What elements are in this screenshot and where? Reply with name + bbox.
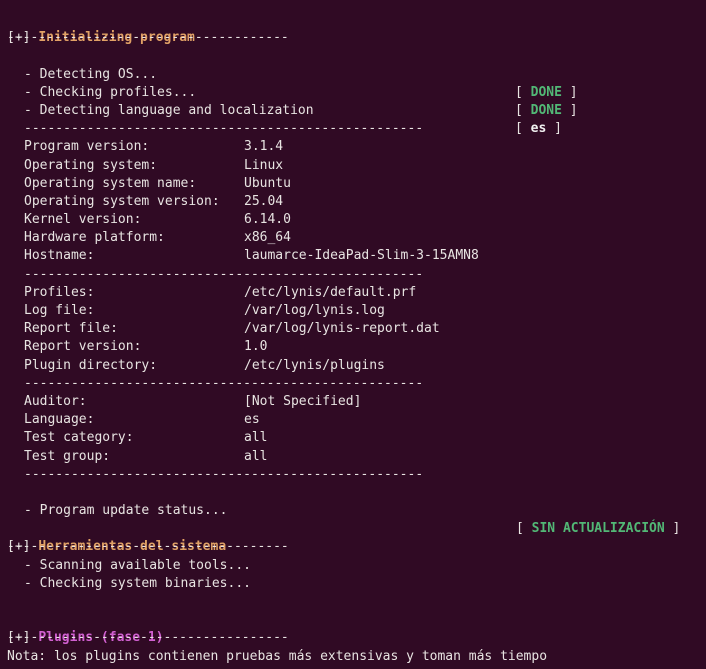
info-value: es — [244, 412, 260, 428]
section-underline: ------------------------------------ — [7, 539, 289, 555]
step-line: - Checking system binaries... — [0, 575, 706, 593]
info-value: 1.0 — [244, 339, 268, 355]
info-key: Operating system version: — [24, 193, 220, 209]
info-key: Report version: — [24, 339, 142, 355]
info-key: Test group: — [24, 448, 111, 464]
info-key: Program version: — [24, 139, 150, 155]
info-value: 6.14.0 — [244, 212, 291, 228]
info-value: all — [244, 448, 268, 464]
info-row: Program version: 3.1.4 — [0, 138, 706, 156]
section-underline: ------------------------------------ — [7, 630, 289, 646]
step-line: - Checking profiles... [ DONE ] — [0, 66, 706, 118]
step-label: - Scanning available tools... — [24, 557, 251, 573]
info-row: Auditor: [Not Specified] — [0, 393, 706, 411]
info-value: [Not Specified] — [244, 393, 362, 409]
info-row: Profiles: /etc/lynis/default.prf — [0, 284, 706, 302]
info-key: Report file: — [24, 321, 118, 337]
section-header-tools: [+] Herramientas del sistema — [0, 520, 706, 554]
divider: ----------------------------------------… — [24, 375, 424, 391]
info-value: /etc/lynis/default.prf — [244, 284, 417, 300]
info-key: Log file: — [24, 303, 95, 318]
terminal-window[interactable]: [+] Initializing program ---------------… — [0, 0, 706, 669]
info-row: Plugin directory: /etc/lynis/plugins — [0, 357, 706, 375]
info-row: Hostname: laumarce-IdeaPad-Slim-3-15AMN8 — [0, 247, 706, 265]
info-value: 25.04 — [244, 193, 284, 209]
update-status-line: - Program update status... [ SIN ACTUALI… — [0, 484, 706, 536]
step-label: - Checking system binaries... — [24, 575, 251, 591]
info-value: /var/log/lynis.log — [244, 303, 385, 318]
note-text: Nota: los plugins contienen pruebas más … — [7, 648, 548, 664]
info-value: Linux — [244, 157, 284, 173]
info-key: Operating system: — [24, 157, 158, 173]
divider: ----------------------------------------… — [24, 466, 424, 482]
step-line: - Scanning available tools... — [0, 557, 706, 575]
divider: ----------------------------------------… — [24, 266, 424, 282]
info-key: Test category: — [24, 430, 134, 446]
info-row: Test category: all — [0, 429, 706, 447]
info-value: laumarce-IdeaPad-Slim-3-15AMN8 — [244, 248, 479, 264]
info-key: Kernel version: — [24, 212, 142, 228]
info-value: all — [244, 430, 268, 446]
section-header-init: [+] Initializing program — [0, 11, 706, 45]
info-row: Kernel version: 6.14.0 — [0, 211, 706, 229]
info-value: 3.1.4 — [244, 139, 284, 155]
info-key: Hardware platform: — [24, 230, 165, 246]
info-value: /etc/lynis/plugins — [244, 357, 385, 373]
info-value: /var/log/lynis-report.dat — [244, 321, 440, 337]
info-row: Hardware platform: x86_64 — [0, 229, 706, 247]
info-value: x86_64 — [244, 230, 291, 246]
step-line: - Detecting language and localization [ … — [0, 84, 706, 136]
info-row: Operating system name: Ubuntu — [0, 175, 706, 193]
info-row: Log file: /var/log/lynis.log — [0, 302, 706, 320]
info-row: Test group: all — [0, 448, 706, 466]
info-key: Plugin directory: — [24, 357, 158, 373]
info-key: Profiles: — [24, 284, 95, 300]
info-row: Language: es — [0, 411, 706, 429]
info-row: Operating system: Linux — [0, 157, 706, 175]
note-line: Nota: los plugins contienen pruebas más … — [0, 648, 706, 666]
section-underline: ------------------------------------ — [7, 30, 289, 46]
info-key: Language: — [24, 412, 95, 428]
info-value: Ubuntu — [244, 175, 291, 191]
info-key: Operating system name: — [24, 175, 197, 191]
info-row: Report file: /var/log/lynis-report.dat — [0, 320, 706, 338]
divider: ----------------------------------------… — [24, 121, 424, 137]
info-row: Operating system version: 25.04 — [0, 193, 706, 211]
info-key: Hostname: — [24, 248, 95, 264]
section-header-plugins: [+] Plugins (fase 1) — [0, 611, 706, 645]
step-line: - Detecting OS... [ DONE ] — [0, 47, 706, 100]
info-key: Auditor: — [24, 393, 87, 409]
info-row: Report version: 1.0 — [0, 338, 706, 356]
